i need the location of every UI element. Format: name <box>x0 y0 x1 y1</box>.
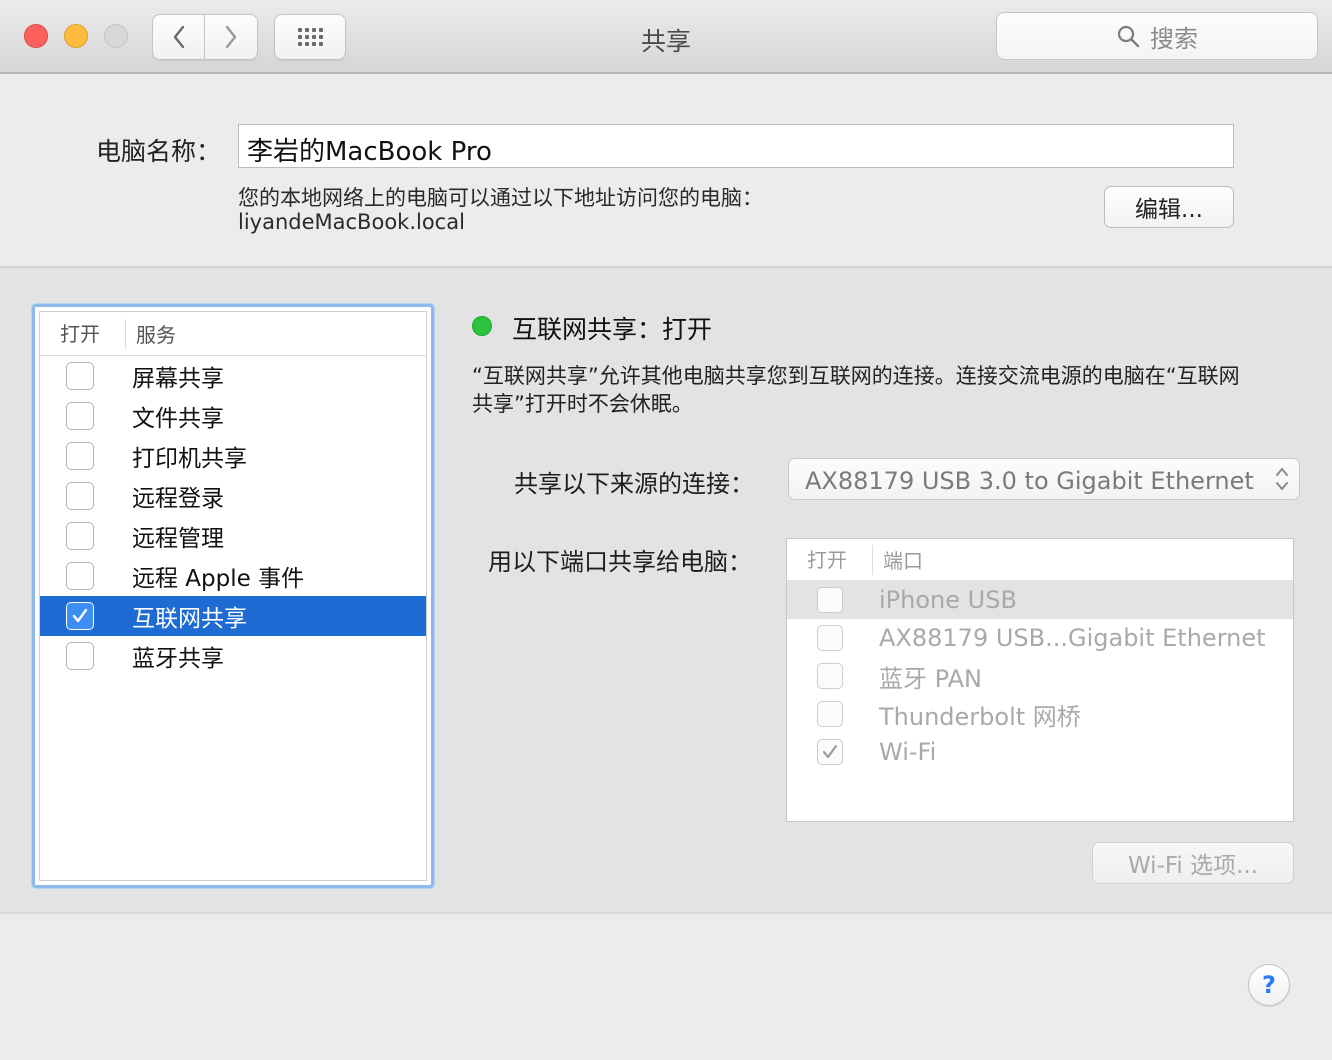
service-status: 互联网共享：打开 <box>512 315 713 344</box>
ports-label: 用以下端口共享给电脑： <box>488 548 752 576</box>
column-header-port[interactable]: 端口 <box>873 545 923 574</box>
port-row-ax88179[interactable]: AX88179 USB...Gigabit Ethernet <box>787 619 1293 657</box>
service-row-bluetooth-sharing[interactable]: 蓝牙共享 <box>40 636 426 676</box>
service-label: 蓝牙共享 <box>132 646 224 672</box>
checkmark-icon <box>72 608 88 623</box>
search-field[interactable]: 搜索 <box>996 12 1318 60</box>
port-row-bluetooth-pan[interactable]: 蓝牙 PAN <box>787 657 1293 695</box>
share-source-value: AX88179 USB 3.0 to Gigabit Ethernet <box>805 467 1254 495</box>
service-label: 远程登录 <box>132 486 224 512</box>
port-checkbox[interactable] <box>817 739 843 765</box>
service-row-remote-management[interactable]: 远程管理 <box>40 516 426 556</box>
divider <box>0 912 1332 914</box>
address-note: 您的本地网络上的电脑可以通过以下地址访问您的电脑： <box>238 186 763 210</box>
service-description-line: “互联网共享”允许其他电脑共享您到互联网的连接。连接交流电源的电脑在“互联网 <box>472 364 1240 388</box>
column-header-on[interactable]: 打开 <box>787 544 873 575</box>
service-label: 打印机共享 <box>132 446 247 472</box>
port-checkbox[interactable] <box>817 701 843 727</box>
local-address: liyandeMacBook.local <box>238 210 465 234</box>
column-header-service[interactable]: 服务 <box>126 319 176 348</box>
service-label: 远程管理 <box>132 526 224 552</box>
port-row-wifi[interactable]: Wi-Fi <box>787 733 1293 771</box>
service-checkbox[interactable] <box>66 562 94 590</box>
search-placeholder: 搜索 <box>1150 24 1198 53</box>
port-checkbox[interactable] <box>817 587 843 613</box>
port-label: 蓝牙 PAN <box>879 664 982 693</box>
service-checkbox[interactable] <box>66 362 94 390</box>
service-row-remote-login[interactable]: 远程登录 <box>40 476 426 516</box>
service-row-remote-apple-events[interactable]: 远程 Apple 事件 <box>40 556 426 596</box>
ports-list[interactable]: 打开 端口 iPhone USB AX88179 USB...Gigabit E… <box>786 538 1294 822</box>
service-checkbox[interactable] <box>66 602 94 630</box>
service-row-file-sharing[interactable]: 文件共享 <box>40 396 426 436</box>
column-header-on[interactable]: 打开 <box>40 318 126 349</box>
updown-chevron-icon <box>1275 465 1289 493</box>
ports-list-header: 打开 端口 <box>787 539 1293 581</box>
checkmark-icon <box>822 744 838 759</box>
port-checkbox[interactable] <box>817 663 843 689</box>
service-description-line: 共享”打开时不会休眠。 <box>472 392 693 416</box>
status-indicator-icon <box>472 316 492 336</box>
edit-button[interactable]: 编辑... <box>1104 186 1234 228</box>
service-checkbox[interactable] <box>66 402 94 430</box>
services-list-header: 打开 服务 <box>40 312 426 356</box>
service-checkbox[interactable] <box>66 482 94 510</box>
service-checkbox[interactable] <box>66 642 94 670</box>
service-row-printer-sharing[interactable]: 打印机共享 <box>40 436 426 476</box>
services-list[interactable]: 打开 服务 屏幕共享 文件共享 打印机共享 远程登录 远程管理 远程 Apple… <box>32 304 434 888</box>
search-icon <box>1117 25 1140 48</box>
port-checkbox[interactable] <box>817 625 843 651</box>
service-checkbox[interactable] <box>66 522 94 550</box>
help-button[interactable]: ? <box>1248 964 1290 1006</box>
service-label: 文件共享 <box>132 406 224 432</box>
help-icon: ? <box>1262 971 1276 999</box>
share-source-label: 共享以下来源的连接： <box>514 470 754 498</box>
wifi-options-button[interactable]: Wi-Fi 选项... <box>1092 842 1294 884</box>
port-row-thunderbolt-bridge[interactable]: Thunderbolt 网桥 <box>787 695 1293 733</box>
service-label: 互联网共享 <box>132 606 247 632</box>
service-checkbox[interactable] <box>66 442 94 470</box>
port-label: AX88179 USB...Gigabit Ethernet <box>879 624 1266 652</box>
port-label: iPhone USB <box>879 586 1017 614</box>
service-row-internet-sharing[interactable]: 互联网共享 <box>40 596 426 636</box>
port-label: Wi-Fi <box>879 738 937 766</box>
title-bar: 共享 搜索 <box>0 0 1332 74</box>
computer-name-label: 电脑名称： <box>96 137 222 166</box>
service-label: 屏幕共享 <box>132 366 224 392</box>
port-label: Thunderbolt 网桥 <box>879 702 1081 731</box>
share-source-select[interactable]: AX88179 USB 3.0 to Gigabit Ethernet <box>788 458 1300 500</box>
computer-name-input[interactable]: 李岩的MacBook Pro <box>238 124 1234 168</box>
service-row-screen-sharing[interactable]: 屏幕共享 <box>40 356 426 396</box>
port-row-iphone-usb[interactable]: iPhone USB <box>787 581 1293 619</box>
service-label: 远程 Apple 事件 <box>132 566 305 592</box>
